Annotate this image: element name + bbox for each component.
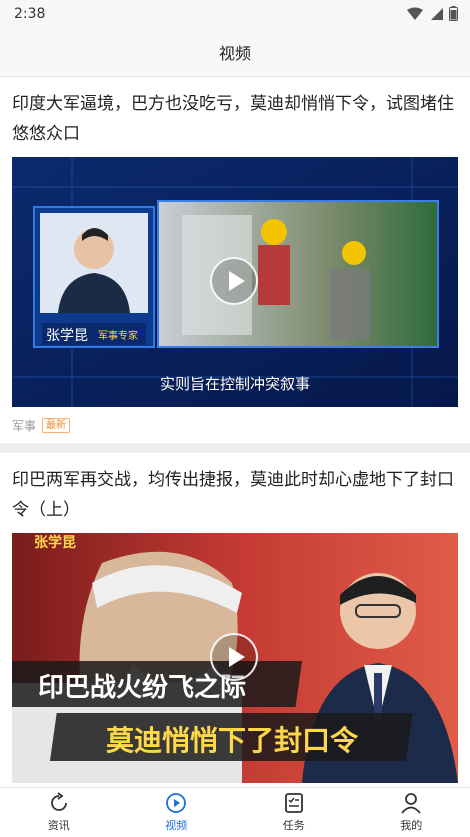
status-time: 2:38 <box>14 6 45 22</box>
signal-icon <box>429 7 443 21</box>
new-badge: 最新 <box>42 418 70 433</box>
video-thumbnail[interactable]: 张学昆 印巴战火纷飞之际 莫迪悄悄下了封口令 <box>12 533 458 783</box>
thumb-name-tag: 张学昆 <box>46 328 88 344</box>
page-title: 视频 <box>219 40 251 64</box>
wifi-icon <box>407 7 423 21</box>
status-icons <box>407 6 458 21</box>
thumb-role-tag: 军事专家 <box>98 329 138 342</box>
refresh-icon <box>48 792 70 814</box>
video-title[interactable]: 印巴两军再交战，均传出捷报，莫迪此时却心虚地下了封口令（上） <box>12 465 458 525</box>
tab-label: 任务 <box>283 817 305 833</box>
app-header: 视频 <box>0 28 470 77</box>
task-list-icon <box>283 792 305 814</box>
video-feed[interactable]: 印度大军逼境，巴方也没吃亏，莫迪却悄悄下令，试图堵住悠悠众口 <box>0 77 470 787</box>
user-icon <box>400 792 422 814</box>
play-button[interactable] <box>210 257 258 305</box>
thumb-caption: 实则旨在控制冲突叙事 <box>160 375 310 393</box>
tab-video[interactable]: 视频 <box>118 788 236 837</box>
tab-tasks[interactable]: 任务 <box>235 788 353 837</box>
tab-profile[interactable]: 我的 <box>353 788 470 837</box>
battery-icon <box>449 6 458 21</box>
play-button[interactable] <box>210 633 258 681</box>
video-card[interactable]: 印巴两军再交战，均传出捷报，莫迪此时却心虚地下了封口令（上） <box>0 453 470 787</box>
thumb-headline-2: 莫迪悄悄下了封口令 <box>106 724 359 757</box>
status-bar: 2:38 <box>0 0 470 28</box>
video-category: 军事 <box>12 417 36 434</box>
thumb-corner-tag: 张学昆 <box>34 534 76 551</box>
video-title[interactable]: 印度大军逼境，巴方也没吃亏，莫迪却悄悄下令，试图堵住悠悠众口 <box>12 89 458 149</box>
thumb-headline-1: 印巴战火纷飞之际 <box>38 672 246 703</box>
tab-label: 我的 <box>400 817 422 833</box>
video-card[interactable]: 印度大军逼境，巴方也没吃亏，莫迪却悄悄下令，试图堵住悠悠众口 <box>0 77 470 443</box>
video-meta: 军事 最新 <box>12 417 458 433</box>
video-thumbnail[interactable]: 张学昆 军事专家 实则旨在控制冲突叙事 <box>12 157 458 407</box>
tab-news[interactable]: 资讯 <box>0 788 118 837</box>
play-circle-icon <box>165 792 187 814</box>
tab-label: 资讯 <box>48 817 70 833</box>
tab-label: 视频 <box>165 817 187 833</box>
bottom-tab-bar: 资讯 视频 任务 我的 <box>0 787 470 837</box>
